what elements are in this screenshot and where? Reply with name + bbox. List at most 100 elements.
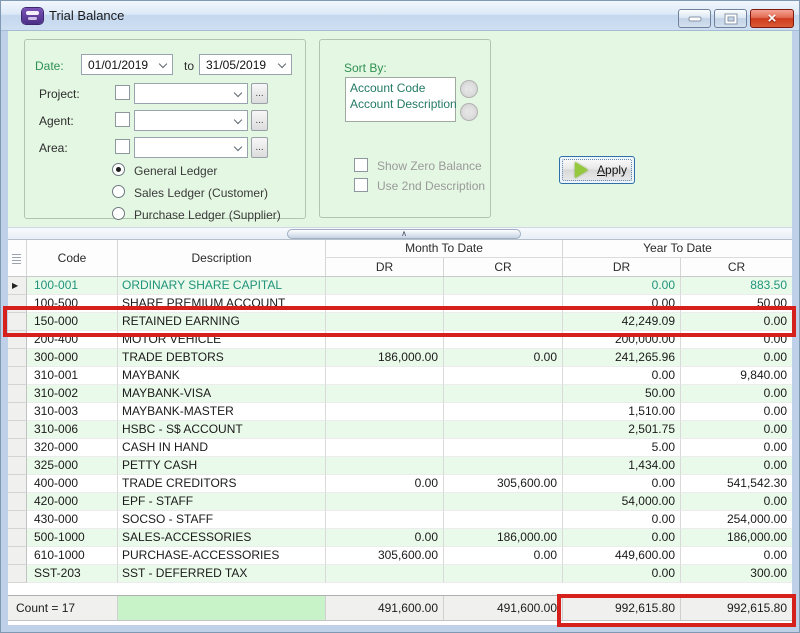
table-row[interactable]: 150-000RETAINED EARNING42,249.090.00 bbox=[8, 313, 792, 331]
cell-ytd-cr: 0.00 bbox=[681, 439, 792, 457]
cell-ytd-cr: 883.50 bbox=[681, 277, 792, 295]
sort-move-down-button[interactable]: ↓ bbox=[460, 103, 478, 121]
cell-ytd-dr: 42,249.09 bbox=[563, 313, 681, 331]
maximize-button[interactable] bbox=[714, 9, 747, 28]
sort-item-account-description[interactable]: Account Description bbox=[350, 96, 451, 112]
cell-mtd-dr bbox=[326, 385, 444, 403]
table-row[interactable]: 100-500SHARE PREMIUM ACCOUNT0.0050.00 bbox=[8, 295, 792, 313]
cell-description: MOTOR VEHICLE bbox=[118, 331, 326, 349]
band-month-to-date[interactable]: Month To Date bbox=[326, 240, 563, 257]
apply-button[interactable]: Apply bbox=[559, 156, 635, 184]
cell-ytd-dr: 5.00 bbox=[563, 439, 681, 457]
table-row[interactable]: 430-000SOCSO - STAFF0.00254,000.00 bbox=[8, 511, 792, 529]
cell-code: 100-500 bbox=[27, 295, 118, 313]
table-row[interactable]: 300-000TRADE DEBTORS186,000.000.00241,26… bbox=[8, 349, 792, 367]
table-row[interactable]: 310-001MAYBANK0.009,840.00 bbox=[8, 367, 792, 385]
project-label: Project: bbox=[39, 87, 80, 101]
cell-mtd-dr bbox=[326, 565, 444, 583]
cell-mtd-dr bbox=[326, 313, 444, 331]
show-zero-balance-checkbox[interactable] bbox=[354, 158, 368, 172]
app-icon bbox=[22, 8, 43, 24]
agent-checkbox[interactable] bbox=[115, 112, 130, 127]
client-area: Date: 01/01/2019 to 31/05/2019 Project: … bbox=[8, 31, 792, 625]
row-indicator: ▶ bbox=[8, 277, 27, 295]
use-2nd-description-label: Use 2nd Description bbox=[377, 179, 485, 193]
cell-mtd-cr bbox=[444, 313, 563, 331]
chevron-down-icon bbox=[159, 60, 167, 68]
use-2nd-description-checkbox[interactable] bbox=[354, 178, 368, 192]
chevron-down-icon bbox=[234, 116, 242, 124]
close-icon: × bbox=[751, 11, 793, 26]
radio-sales-ledger-label: Sales Ledger (Customer) bbox=[134, 186, 268, 200]
sort-listbox[interactable]: Account Code Account Description bbox=[345, 77, 456, 122]
column-header-ytd-dr[interactable]: DR bbox=[563, 258, 681, 276]
date-to-combo[interactable]: 31/05/2019 bbox=[199, 54, 292, 75]
table-row[interactable]: 310-002MAYBANK-VISA50.000.00 bbox=[8, 385, 792, 403]
table-row[interactable]: ▶100-001ORDINARY SHARE CAPITAL0.00883.50 bbox=[8, 277, 792, 295]
band-year-to-date[interactable]: Year To Date bbox=[563, 240, 792, 257]
grid-empty-area bbox=[8, 583, 792, 595]
project-checkbox[interactable] bbox=[115, 85, 130, 100]
cell-mtd-cr: 0.00 bbox=[444, 547, 563, 565]
column-header-ytd-cr[interactable]: CR bbox=[681, 258, 792, 276]
minimize-button[interactable] bbox=[678, 9, 711, 28]
cell-ytd-cr: 0.00 bbox=[681, 313, 792, 331]
splitter-handle[interactable]: ∧ bbox=[287, 229, 521, 239]
radio-sales-ledger[interactable] bbox=[112, 185, 125, 198]
table-row[interactable]: SST-203SST - DEFERRED TAX0.00300.00 bbox=[8, 565, 792, 583]
area-browse-button[interactable]: ... bbox=[251, 137, 268, 158]
project-browse-button[interactable]: ... bbox=[251, 83, 268, 104]
cell-mtd-cr: 186,000.00 bbox=[444, 529, 563, 547]
table-row[interactable]: 400-000TRADE CREDITORS0.00305,600.000.00… bbox=[8, 475, 792, 493]
cell-mtd-dr: 0.00 bbox=[326, 529, 444, 547]
cell-mtd-dr bbox=[326, 277, 444, 295]
cell-ytd-dr: 1,434.00 bbox=[563, 457, 681, 475]
cell-mtd-dr bbox=[326, 493, 444, 511]
project-combo[interactable] bbox=[134, 83, 248, 104]
area-combo[interactable] bbox=[134, 137, 248, 158]
row-indicator bbox=[8, 475, 27, 493]
cell-code: 310-002 bbox=[27, 385, 118, 403]
cell-mtd-dr bbox=[326, 367, 444, 385]
row-indicator bbox=[8, 529, 27, 547]
footer-description-cell bbox=[118, 596, 326, 620]
grid-footer: Count = 17 491,600.00 491,600.00 992,615… bbox=[8, 595, 792, 621]
table-row[interactable]: 420-000EPF - STAFF54,000.000.00 bbox=[8, 493, 792, 511]
area-checkbox[interactable] bbox=[115, 139, 130, 154]
column-header-description[interactable]: Description bbox=[118, 240, 326, 276]
cell-description: MAYBANK-VISA bbox=[118, 385, 326, 403]
cell-ytd-dr: 0.00 bbox=[563, 475, 681, 493]
agent-browse-button[interactable]: ... bbox=[251, 110, 268, 131]
table-row[interactable]: 310-003MAYBANK-MASTER1,510.000.00 bbox=[8, 403, 792, 421]
cell-ytd-dr: 2,501.75 bbox=[563, 421, 681, 439]
cell-mtd-cr bbox=[444, 439, 563, 457]
table-row[interactable]: 320-000CASH IN HAND5.000.00 bbox=[8, 439, 792, 457]
row-indicator bbox=[8, 547, 27, 565]
cell-code: 420-000 bbox=[27, 493, 118, 511]
agent-combo[interactable] bbox=[134, 110, 248, 131]
sort-move-up-button[interactable]: ↑ bbox=[460, 80, 478, 98]
column-header-mtd-dr[interactable]: DR bbox=[326, 258, 444, 276]
cell-mtd-cr bbox=[444, 385, 563, 403]
table-row[interactable]: 310-006HSBC - S$ ACCOUNT2,501.750.00 bbox=[8, 421, 792, 439]
table-row[interactable]: 325-000PETTY CASH1,434.000.00 bbox=[8, 457, 792, 475]
radio-general-ledger[interactable] bbox=[112, 163, 125, 176]
footer-count: Count = 17 bbox=[8, 596, 118, 620]
cell-mtd-cr bbox=[444, 565, 563, 583]
radio-general-ledger-label: General Ledger bbox=[134, 164, 217, 178]
sort-item-account-code[interactable]: Account Code bbox=[350, 80, 451, 96]
cell-code: 150-000 bbox=[27, 313, 118, 331]
table-row[interactable]: 200-400MOTOR VEHICLE200,000.000.00 bbox=[8, 331, 792, 349]
cell-ytd-cr: 0.00 bbox=[681, 457, 792, 475]
column-header-code[interactable]: Code bbox=[27, 240, 118, 276]
row-pointer-icon: ▶ bbox=[12, 277, 18, 294]
date-from-combo[interactable]: 01/01/2019 bbox=[81, 54, 173, 75]
column-header-mtd-cr[interactable]: CR bbox=[444, 258, 563, 276]
table-row[interactable]: 610-1000PURCHASE-ACCESSORIES305,600.000.… bbox=[8, 547, 792, 565]
title-bar[interactable]: Trial Balance × bbox=[1, 1, 799, 31]
table-row[interactable]: 500-1000SALES-ACCESSORIES0.00186,000.000… bbox=[8, 529, 792, 547]
close-button[interactable]: × bbox=[750, 9, 794, 28]
grid-rows: ▶100-001ORDINARY SHARE CAPITAL0.00883.50… bbox=[8, 277, 792, 583]
radio-purchase-ledger[interactable] bbox=[112, 207, 125, 220]
filter-groupbox: Date: 01/01/2019 to 31/05/2019 Project: … bbox=[24, 39, 306, 219]
